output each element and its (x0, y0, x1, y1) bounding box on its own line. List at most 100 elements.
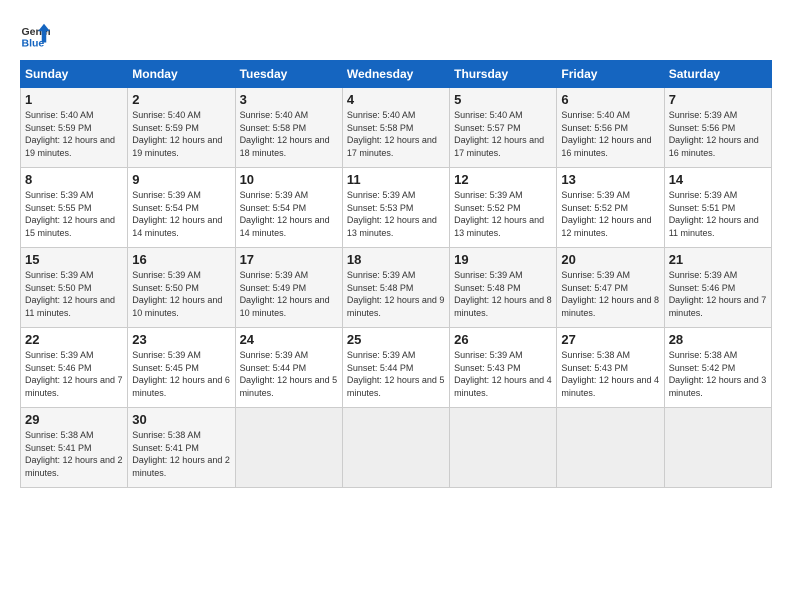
calendar-cell: 14Sunrise: 5:39 AMSunset: 5:51 PMDayligh… (664, 168, 771, 248)
day-number: 28 (669, 332, 767, 347)
day-number: 29 (25, 412, 123, 427)
day-info: Sunrise: 5:39 AMSunset: 5:55 PMDaylight:… (25, 189, 123, 239)
day-number: 26 (454, 332, 552, 347)
day-number: 9 (132, 172, 230, 187)
day-number: 7 (669, 92, 767, 107)
calendar-cell-empty (664, 408, 771, 488)
day-number: 16 (132, 252, 230, 267)
calendar-cell: 2 Sunrise: 5:40 AMSunset: 5:59 PMDaylight… (128, 88, 235, 168)
calendar-day-header: Sunday (21, 61, 128, 88)
calendar-cell: 30 Sunrise: 5:38 AMSunset: 5:41 PMDayligh… (128, 408, 235, 488)
calendar-cell: 13Sunrise: 5:39 AMSunset: 5:52 PMDayligh… (557, 168, 664, 248)
calendar-week-row: 15 Sunrise: 5:39 AMSunset: 5:50 PMDayligh… (21, 248, 772, 328)
calendar-cell: 7 Sunrise: 5:39 AMSunset: 5:56 PMDaylight… (664, 88, 771, 168)
calendar-week-row: 22 Sunrise: 5:39 AMSunset: 5:46 PMDayligh… (21, 328, 772, 408)
day-info: Sunrise: 5:40 AMSunset: 5:56 PMDaylight:… (561, 109, 659, 159)
day-info: Sunrise: 5:39 AMSunset: 5:52 PMDaylight:… (561, 189, 659, 239)
calendar-cell-empty (235, 408, 342, 488)
day-info: Sunrise: 5:39 AMSunset: 5:45 PMDaylight:… (132, 349, 230, 399)
day-info: Sunrise: 5:39 AMSunset: 5:43 PMDaylight:… (454, 349, 552, 399)
day-number: 23 (132, 332, 230, 347)
day-info: Sunrise: 5:39 AMSunset: 5:50 PMDaylight:… (132, 269, 230, 319)
calendar-cell: 4 Sunrise: 5:40 AMSunset: 5:58 PMDaylight… (342, 88, 449, 168)
calendar-cell: 12 Sunrise: 5:39 AMSunset: 5:52 PMDayligh… (450, 168, 557, 248)
calendar-cell: 11Sunrise: 5:39 AMSunset: 5:53 PMDayligh… (342, 168, 449, 248)
calendar-cell: 28 Sunrise: 5:38 AMSunset: 5:42 PMDayligh… (664, 328, 771, 408)
calendar-cell: 19 Sunrise: 5:39 AMSunset: 5:48 PMDayligh… (450, 248, 557, 328)
calendar-day-header: Tuesday (235, 61, 342, 88)
logo-icon: General Blue (20, 20, 50, 50)
calendar-cell: 18 Sunrise: 5:39 AMSunset: 5:48 PMDayligh… (342, 248, 449, 328)
calendar-week-row: 29 Sunrise: 5:38 AMSunset: 5:41 PMDayligh… (21, 408, 772, 488)
calendar-cell: 16 Sunrise: 5:39 AMSunset: 5:50 PMDayligh… (128, 248, 235, 328)
day-info: Sunrise: 5:40 AMSunset: 5:58 PMDaylight:… (240, 109, 338, 159)
calendar-cell: 29 Sunrise: 5:38 AMSunset: 5:41 PMDayligh… (21, 408, 128, 488)
calendar-cell-empty (450, 408, 557, 488)
day-number: 22 (25, 332, 123, 347)
calendar-cell: 26 Sunrise: 5:39 AMSunset: 5:43 PMDayligh… (450, 328, 557, 408)
day-info: Sunrise: 5:39 AMSunset: 5:46 PMDaylight:… (25, 349, 123, 399)
day-info: Sunrise: 5:38 AMSunset: 5:41 PMDaylight:… (132, 429, 230, 479)
calendar-day-header: Monday (128, 61, 235, 88)
day-info: Sunrise: 5:38 AMSunset: 5:41 PMDaylight:… (25, 429, 123, 479)
day-info: Sunrise: 5:40 AMSunset: 5:57 PMDaylight:… (454, 109, 552, 159)
calendar-cell: 23 Sunrise: 5:39 AMSunset: 5:45 PMDayligh… (128, 328, 235, 408)
calendar-cell: 25 Sunrise: 5:39 AMSunset: 5:44 PMDayligh… (342, 328, 449, 408)
day-info: Sunrise: 5:39 AMSunset: 5:44 PMDaylight:… (240, 349, 338, 399)
calendar-cell: 1 Sunrise: 5:40 AMSunset: 5:59 PMDaylight… (21, 88, 128, 168)
day-number: 18 (347, 252, 445, 267)
day-info: Sunrise: 5:40 AMSunset: 5:59 PMDaylight:… (132, 109, 230, 159)
day-info: Sunrise: 5:40 AMSunset: 5:59 PMDaylight:… (25, 109, 123, 159)
calendar-week-row: 1 Sunrise: 5:40 AMSunset: 5:59 PMDaylight… (21, 88, 772, 168)
day-number: 8 (25, 172, 123, 187)
day-number: 17 (240, 252, 338, 267)
calendar-cell: 22 Sunrise: 5:39 AMSunset: 5:46 PMDayligh… (21, 328, 128, 408)
day-number: 1 (25, 92, 123, 107)
day-number: 24 (240, 332, 338, 347)
calendar-day-header: Wednesday (342, 61, 449, 88)
day-number: 19 (454, 252, 552, 267)
day-info: Sunrise: 5:39 AMSunset: 5:49 PMDaylight:… (240, 269, 338, 319)
day-number: 11 (347, 172, 445, 187)
day-info: Sunrise: 5:38 AMSunset: 5:42 PMDaylight:… (669, 349, 767, 399)
day-number: 12 (454, 172, 552, 187)
calendar-day-header: Friday (557, 61, 664, 88)
day-info: Sunrise: 5:39 AMSunset: 5:48 PMDaylight:… (454, 269, 552, 319)
calendar-cell: 17 Sunrise: 5:39 AMSunset: 5:49 PMDayligh… (235, 248, 342, 328)
calendar-cell: 9Sunrise: 5:39 AMSunset: 5:54 PMDaylight… (128, 168, 235, 248)
calendar-cell: 5 Sunrise: 5:40 AMSunset: 5:57 PMDaylight… (450, 88, 557, 168)
day-number: 4 (347, 92, 445, 107)
day-number: 3 (240, 92, 338, 107)
day-info: Sunrise: 5:39 AMSunset: 5:48 PMDaylight:… (347, 269, 445, 319)
svg-text:Blue: Blue (22, 37, 45, 49)
day-info: Sunrise: 5:39 AMSunset: 5:46 PMDaylight:… (669, 269, 767, 319)
calendar-day-header: Saturday (664, 61, 771, 88)
day-info: Sunrise: 5:39 AMSunset: 5:44 PMDaylight:… (347, 349, 445, 399)
day-number: 15 (25, 252, 123, 267)
calendar-cell: 27Sunrise: 5:38 AMSunset: 5:43 PMDayligh… (557, 328, 664, 408)
day-info: Sunrise: 5:39 AMSunset: 5:51 PMDaylight:… (669, 189, 767, 239)
calendar-cell: 20Sunrise: 5:39 AMSunset: 5:47 PMDayligh… (557, 248, 664, 328)
day-info: Sunrise: 5:38 AMSunset: 5:43 PMDaylight:… (561, 349, 659, 399)
day-number: 5 (454, 92, 552, 107)
calendar-cell: 15 Sunrise: 5:39 AMSunset: 5:50 PMDayligh… (21, 248, 128, 328)
day-info: Sunrise: 5:40 AMSunset: 5:58 PMDaylight:… (347, 109, 445, 159)
logo: General Blue (20, 20, 54, 50)
calendar-week-row: 8 Sunrise: 5:39 AMSunset: 5:55 PMDaylight… (21, 168, 772, 248)
page-header: General Blue (20, 20, 772, 50)
day-number: 10 (240, 172, 338, 187)
calendar-cell: 10 Sunrise: 5:39 AMSunset: 5:54 PMDayligh… (235, 168, 342, 248)
calendar-cell-empty (342, 408, 449, 488)
calendar-cell: 24 Sunrise: 5:39 AMSunset: 5:44 PMDayligh… (235, 328, 342, 408)
day-info: Sunrise: 5:39 AMSunset: 5:52 PMDaylight:… (454, 189, 552, 239)
day-info: Sunrise: 5:39 AMSunset: 5:54 PMDaylight:… (240, 189, 338, 239)
day-number: 2 (132, 92, 230, 107)
calendar-table: SundayMondayTuesdayWednesdayThursdayFrid… (20, 60, 772, 488)
day-number: 21 (669, 252, 767, 267)
day-number: 25 (347, 332, 445, 347)
day-info: Sunrise: 5:39 AMSunset: 5:50 PMDaylight:… (25, 269, 123, 319)
day-info: Sunrise: 5:39 AMSunset: 5:47 PMDaylight:… (561, 269, 659, 319)
day-info: Sunrise: 5:39 AMSunset: 5:56 PMDaylight:… (669, 109, 767, 159)
calendar-day-header: Thursday (450, 61, 557, 88)
day-number: 30 (132, 412, 230, 427)
